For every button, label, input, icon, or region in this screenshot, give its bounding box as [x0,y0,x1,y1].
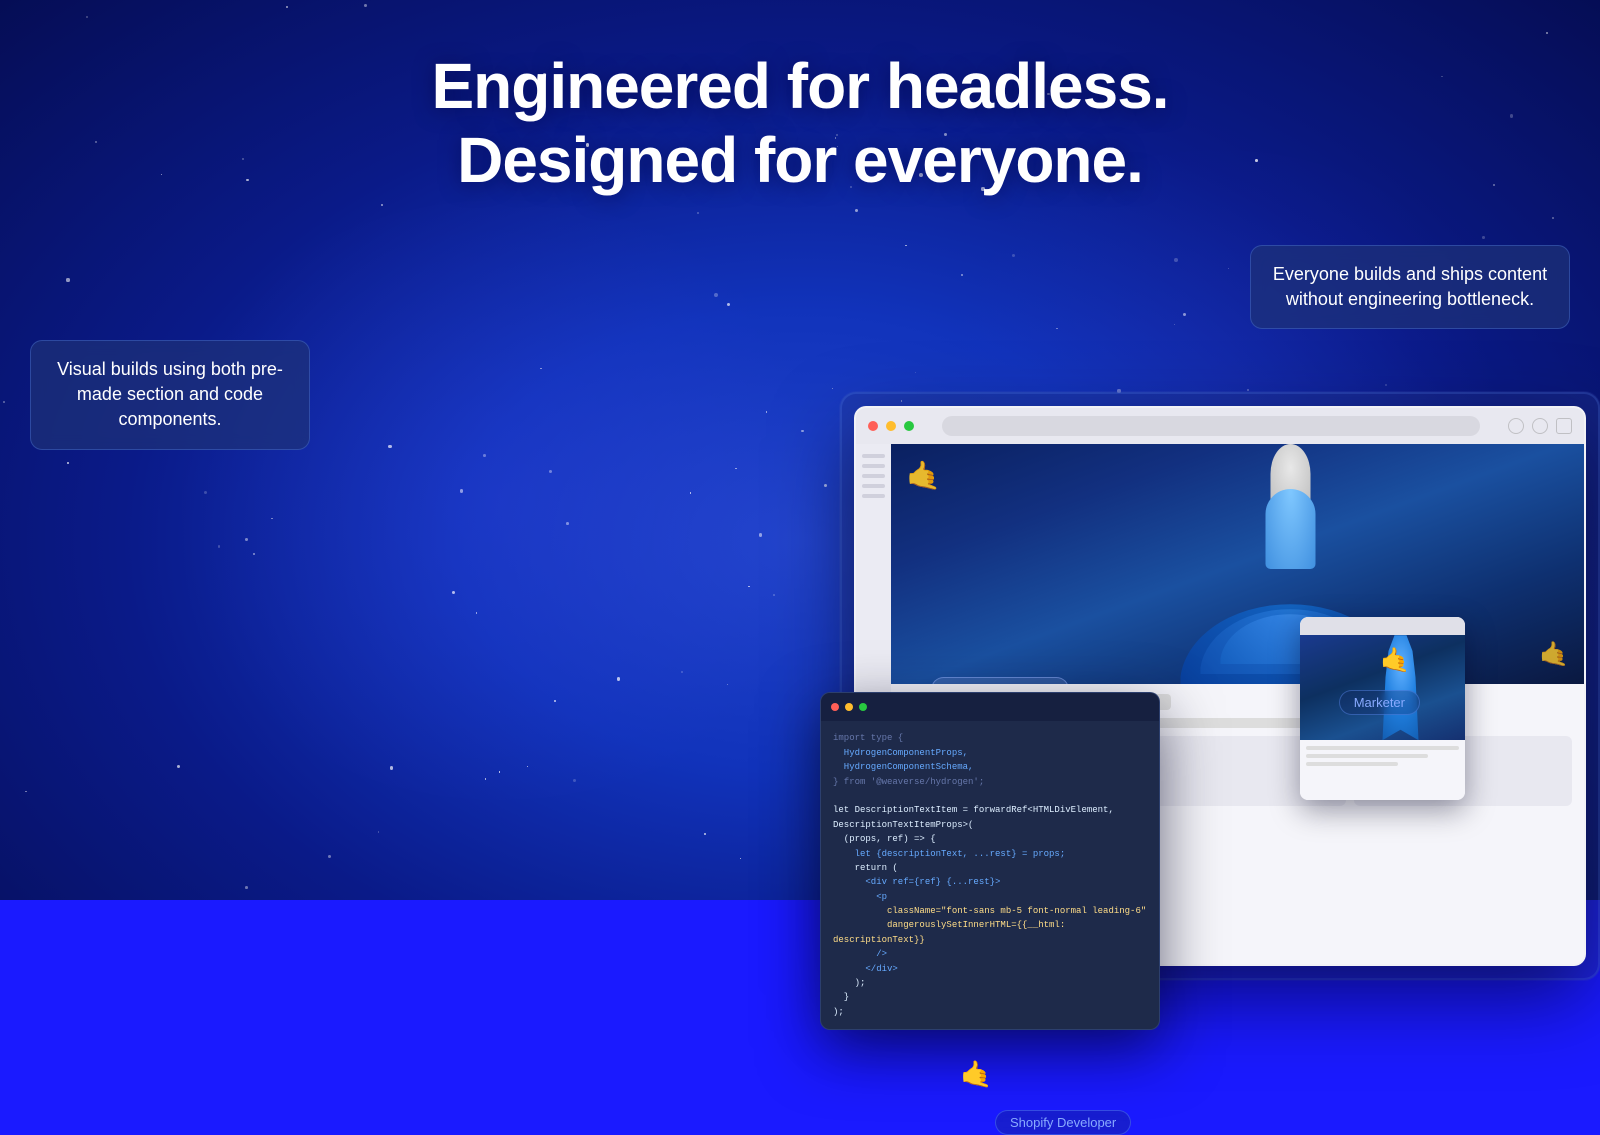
side-content-line-2 [1306,754,1428,758]
search-icon [1508,418,1524,434]
code-dot-green [859,703,867,711]
marketer-label-container: Marketer [1339,690,1420,715]
account-icon [1532,418,1548,434]
title-line1: Engineered for headless. [431,50,1168,124]
callout-right-box: Everyone builds and ships content withou… [1250,245,1570,329]
sidebar-item-2 [862,464,885,468]
code-line-7: let {descriptionText, ...rest} = props; [833,847,1147,861]
code-line-13: /> [833,947,1147,961]
sidebar-item-3 [862,474,885,478]
callout-right: Everyone builds and ships content withou… [1250,245,1570,329]
code-line-12: dangerouslySetInnerHTML={{__html: descri… [833,918,1147,947]
code-line-1: import type { [833,731,1147,745]
browser-dot-1 [868,421,878,431]
code-line-8: return ( [833,861,1147,875]
wave-icon-hero-2: 🤙 [1539,640,1569,669]
developer-label: Shopify Developer [995,1110,1131,1135]
code-line-6: (props, ref) => { [833,832,1147,846]
callout-left-text: Visual builds using both pre-made sectio… [51,357,289,433]
code-line-10: <p [833,890,1147,904]
wave-icon-marketer: 🤙 [1380,646,1410,675]
hero-section: 🤙 🤙 Shopify Merchants [891,444,1584,684]
callout-right-text: Everyone builds and ships content withou… [1271,262,1549,312]
wave-icon-hero: 🤙 [906,459,941,492]
side-content-line-1 [1306,746,1459,750]
side-content-line-3 [1306,762,1398,766]
title-line2: Designed for everyone. [431,124,1168,198]
code-line-4: } from '@weaverse/hydrogen'; [833,775,1147,789]
code-dot-yellow [845,703,853,711]
code-line-3: HydrogenComponentSchema, [833,760,1147,774]
code-line-5: let DescriptionTextItem = forwardRef<HTM… [833,803,1147,832]
browser-toolbar [856,408,1584,444]
main-title: Engineered for headless. Designed for ev… [431,50,1168,197]
browser-nav-icons [1508,418,1572,434]
browser-dot-2 [886,421,896,431]
code-dot-red [831,703,839,711]
sidebar-item-5 [862,494,885,498]
side-browser-bar [1300,617,1465,635]
merchants-label-container: Shopify Merchants [931,677,1069,684]
code-editor: import type { HydrogenComponentProps, Hy… [820,692,1160,1030]
developer-label-container: Shopify Developer [995,1110,1131,1135]
code-line-2: HydrogenComponentProps, [833,746,1147,760]
marketer-label: Marketer [1339,690,1420,715]
code-content-area: import type { HydrogenComponentProps, Hy… [821,721,1159,1029]
code-line-17: ); [833,1005,1147,1019]
main-content: Engineered for headless. Designed for ev… [0,0,1600,900]
browser-url-bar [942,416,1480,436]
code-line-16: } [833,990,1147,1004]
code-editor-titlebar [821,693,1159,721]
sidebar-item-4 [862,484,885,488]
cart-icon [1556,418,1572,434]
code-line-9: <div ref={ref} {...rest}> [833,875,1147,889]
callout-left: Visual builds using both pre-made sectio… [30,340,310,450]
code-line-15: ); [833,976,1147,990]
code-line-11: className="font-sans mb-5 font-normal le… [833,904,1147,918]
callout-left-box: Visual builds using both pre-made sectio… [30,340,310,450]
mockup-area: 🤙 🤙 Shopify Merchants [840,392,1600,980]
side-browser-content [1300,740,1465,800]
wave-icon-developer: 🤙 [960,1059,992,1090]
sidebar-item-1 [862,454,885,458]
merchants-label: Shopify Merchants [931,677,1069,684]
code-line-14: </div> [833,962,1147,976]
bodice [1265,489,1315,569]
browser-dot-3 [904,421,914,431]
